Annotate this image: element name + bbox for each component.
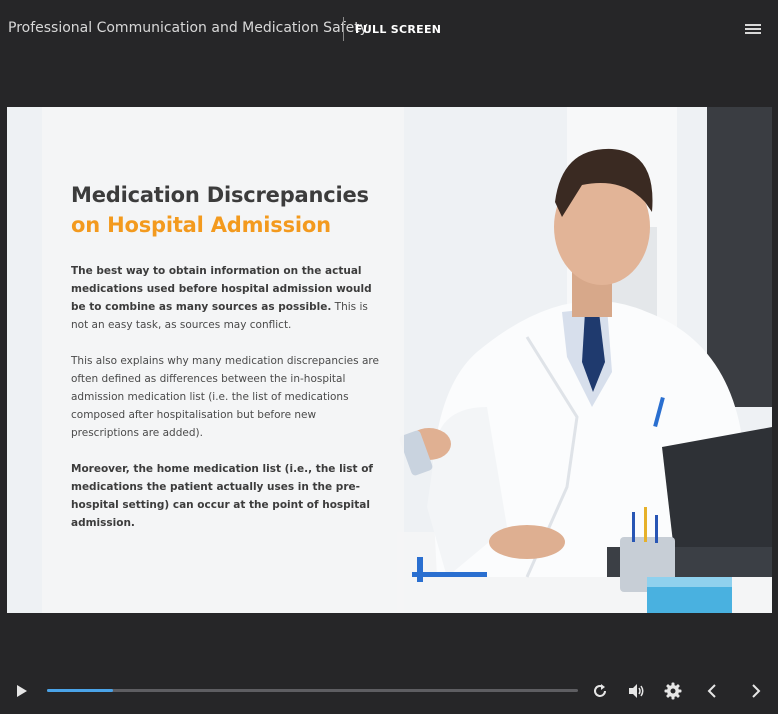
paragraph-1: The best way to obtain information on th… <box>71 262 387 334</box>
volume-icon[interactable] <box>628 683 646 699</box>
progress-fill <box>47 689 114 692</box>
progress-bar[interactable] <box>47 689 578 692</box>
slide-subheading: on Hospital Admission <box>71 213 331 237</box>
gear-icon[interactable] <box>664 682 682 700</box>
paragraph-3: Moreover, the home medication list (i.e.… <box>71 463 373 529</box>
chevron-right-icon[interactable] <box>750 683 762 699</box>
chevron-left-icon[interactable] <box>706 683 718 699</box>
player-controls <box>0 670 778 714</box>
slide: Medication Discrepancies on Hospital Adm… <box>7 107 772 613</box>
play-icon[interactable] <box>15 684 29 698</box>
replay-icon[interactable] <box>592 683 608 699</box>
full-screen-button[interactable]: FULL SCREEN <box>355 23 441 36</box>
paragraph-2: This also explains why many medication d… <box>71 355 379 439</box>
hamburger-menu-icon[interactable] <box>744 22 762 36</box>
course-title: Professional Communication and Medicatio… <box>8 20 368 36</box>
slide-heading: Medication Discrepancies <box>71 183 369 207</box>
header-divider <box>343 17 344 41</box>
paragraph-1-bold: The best way to obtain information on th… <box>71 265 372 313</box>
text-panel: Medication Discrepancies on Hospital Adm… <box>42 107 404 613</box>
top-bar: Professional Communication and Medicatio… <box>0 0 778 58</box>
